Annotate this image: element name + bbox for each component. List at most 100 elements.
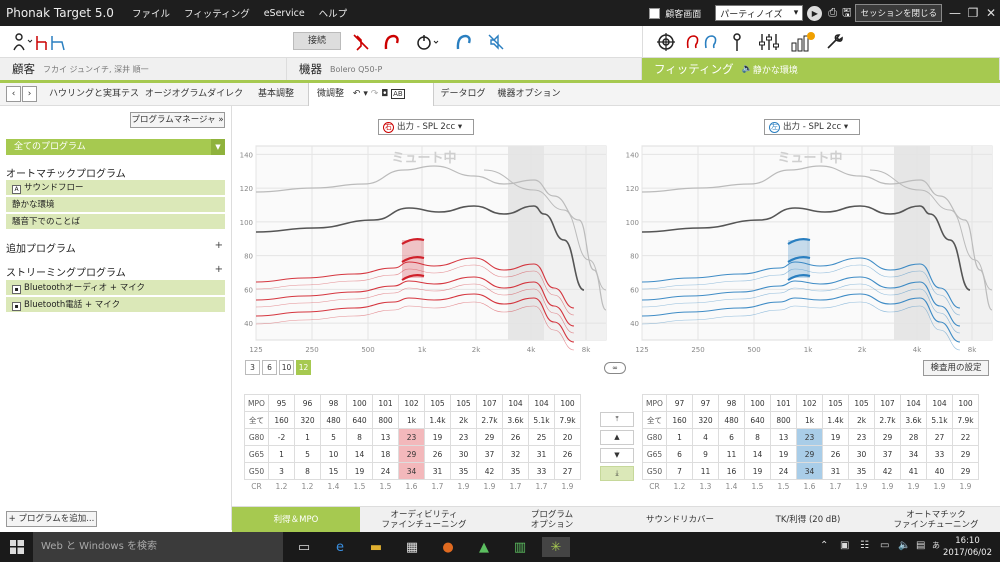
- left-output-dropdown[interactable]: 左出力 - SPL 2cc ▾: [764, 119, 860, 135]
- ab-compare-button[interactable]: AB: [391, 89, 405, 99]
- right-gain-cell[interactable]: 25: [528, 428, 555, 446]
- right-gain-cell[interactable]: 19: [346, 462, 373, 480]
- right-gain-cell[interactable]: 15: [320, 462, 347, 480]
- left-gain-cell[interactable]: 1: [666, 428, 693, 446]
- handles-10-button[interactable]: 10: [279, 360, 294, 375]
- restore-icon[interactable]: ❐: [964, 6, 982, 20]
- left-gain-cell[interactable]: 6: [718, 428, 745, 446]
- menu-help[interactable]: ヘルプ: [319, 6, 348, 20]
- left-ear-chart[interactable]: 140 120 100 80 60 40 125 250 500 1k 2k 4k 8k ミュート中: [620, 140, 996, 358]
- tray-chevron-up-icon[interactable]: ⌃: [820, 540, 828, 551]
- right-gain-cell[interactable]: 3: [268, 462, 295, 480]
- snapshot-icon[interactable]: ◘: [381, 89, 388, 99]
- client-audiogram-icon[interactable]: [12, 32, 72, 52]
- program-item-bt-audio[interactable]: ▪ Bluetoothオーディオ + マイク: [6, 280, 225, 296]
- right-gain-cell[interactable]: 37: [476, 445, 503, 463]
- power-icon[interactable]: [413, 32, 443, 52]
- step-up-button[interactable]: ▲: [600, 430, 634, 445]
- notes-app-icon[interactable]: ▥: [506, 537, 534, 557]
- right-gain-cell[interactable]: 31: [424, 462, 451, 480]
- chevron-down-icon[interactable]: ▾: [363, 89, 368, 99]
- firefox-icon[interactable]: ●: [434, 537, 462, 557]
- left-gain-cell[interactable]: 23: [796, 428, 823, 446]
- right-gain-cell[interactable]: 33: [528, 462, 555, 480]
- right-gain-cell[interactable]: 35: [450, 462, 477, 480]
- left-gain-cell[interactable]: 30: [848, 445, 875, 463]
- left-gain-cell[interactable]: 40: [926, 462, 953, 480]
- tray-speaker-icon[interactable]: 🔈: [898, 540, 910, 551]
- right-gain-cell[interactable]: -2: [268, 428, 295, 446]
- left-gain-cell[interactable]: 23: [848, 428, 875, 446]
- play-icon[interactable]: ▶: [807, 5, 823, 21]
- left-gain-cell[interactable]: 4: [692, 428, 719, 446]
- left-gain-cell[interactable]: 14: [744, 445, 771, 463]
- menu-fitting[interactable]: フィッティング: [184, 6, 250, 20]
- left-gain-cell[interactable]: 42: [874, 462, 901, 480]
- left-gain-cell[interactable]: 26: [822, 445, 849, 463]
- handles-12-button[interactable]: 12: [296, 360, 311, 375]
- taskbar-clock[interactable]: 16:10 2017/06/02: [943, 535, 992, 559]
- ears-icon[interactable]: [684, 32, 720, 52]
- back-nav-button[interactable]: ‹: [6, 86, 21, 102]
- right-gain-cell[interactable]: 26: [424, 445, 451, 463]
- mute-left-icon[interactable]: [485, 32, 507, 52]
- undo-icon[interactable]: ↶: [353, 89, 361, 99]
- menu-file[interactable]: ファイル: [132, 6, 170, 20]
- right-gain-cell[interactable]: 1: [268, 445, 295, 463]
- right-gain-cell[interactable]: 26: [554, 445, 581, 463]
- photo-app-icon[interactable]: ▲: [470, 537, 498, 557]
- right-gain-cell[interactable]: 5: [294, 445, 321, 463]
- program-manager-button[interactable]: プログラムマネージャ »: [130, 112, 225, 128]
- pin-icon[interactable]: [727, 32, 747, 52]
- wrench-icon[interactable]: [823, 32, 845, 52]
- left-gain-cell[interactable]: 41: [900, 462, 927, 480]
- client-cell[interactable]: 顧客 フカイ ジュンイチ, 深井 順一: [0, 58, 287, 80]
- left-gain-cell[interactable]: 6: [666, 445, 693, 463]
- tab-basic-tuning[interactable]: 基本調整: [246, 83, 306, 106]
- tab-device-options[interactable]: 機器オプション: [494, 83, 564, 106]
- right-ear-chart[interactable]: 140 120 100 80 60 40 125 250 500 1k 2k 4k 8k ミュート中: [234, 140, 610, 358]
- right-gain-cell[interactable]: 23: [450, 428, 477, 446]
- left-gain-cell[interactable]: 37: [874, 445, 901, 463]
- save-icon[interactable]: 🖫: [842, 4, 851, 23]
- tab-fine-tuning[interactable]: 微調整 ↶ ▾ ↷ ◘ AB: [308, 83, 434, 106]
- test-settings-button[interactable]: 検査用の設定: [923, 360, 989, 376]
- left-gain-cell[interactable]: 34: [796, 462, 823, 480]
- right-gain-cell[interactable]: 29: [398, 445, 425, 463]
- phonak-target-taskbar-icon[interactable]: ✳: [542, 537, 570, 557]
- right-gain-cell[interactable]: 13: [372, 428, 399, 446]
- right-output-dropdown[interactable]: 右出力 - SPL 2cc ▾: [378, 119, 474, 135]
- noise-dropdown[interactable]: パーティノイズ ▾: [715, 5, 804, 21]
- left-gain-cell[interactable]: 7: [666, 462, 693, 480]
- right-gain-cell[interactable]: 35: [502, 462, 529, 480]
- left-gain-cell[interactable]: 27: [926, 428, 953, 446]
- right-gain-cell[interactable]: 5: [320, 428, 347, 446]
- store-icon[interactable]: ▦: [398, 537, 426, 557]
- tray-device-icon[interactable]: ▣: [840, 540, 849, 551]
- program-item-quiet[interactable]: 静かな環境: [6, 197, 225, 213]
- task-view-icon[interactable]: ▭: [290, 537, 318, 557]
- right-gain-cell[interactable]: 8: [346, 428, 373, 446]
- tray-network-icon[interactable]: ☷: [860, 540, 869, 551]
- program-item-speech-in-noise[interactable]: 騒音下でのことば: [6, 214, 225, 230]
- redo-icon[interactable]: ↷: [371, 89, 379, 99]
- bottom-tab-1[interactable]: オーディビリティ ファインチューニング: [360, 507, 488, 533]
- plus-icon[interactable]: +: [215, 264, 223, 275]
- mute-right-icon[interactable]: [350, 32, 372, 52]
- right-gain-cell[interactable]: 24: [372, 462, 399, 480]
- left-gain-cell[interactable]: 19: [744, 462, 771, 480]
- bars-warning-icon[interactable]: [790, 32, 816, 52]
- close-session-button[interactable]: セッションを閉じる: [855, 4, 942, 22]
- tab-audiogram-direct[interactable]: オージオグラムダイレクト: [144, 83, 244, 122]
- plus-icon[interactable]: +: [215, 240, 223, 251]
- right-gain-cell[interactable]: 31: [528, 445, 555, 463]
- right-gain-cell[interactable]: 14: [346, 445, 373, 463]
- left-gain-cell[interactable]: 31: [822, 462, 849, 480]
- file-explorer-icon[interactable]: ▬: [362, 537, 390, 557]
- right-gain-cell[interactable]: 34: [398, 462, 425, 480]
- right-gain-cell[interactable]: 18: [372, 445, 399, 463]
- right-gain-cell[interactable]: 29: [476, 428, 503, 446]
- program-item-bt-phone[interactable]: ▪ Bluetooth電話 + マイク: [6, 297, 225, 313]
- equalizer-icon[interactable]: [757, 32, 781, 52]
- tab-datalog[interactable]: データログ: [436, 83, 490, 106]
